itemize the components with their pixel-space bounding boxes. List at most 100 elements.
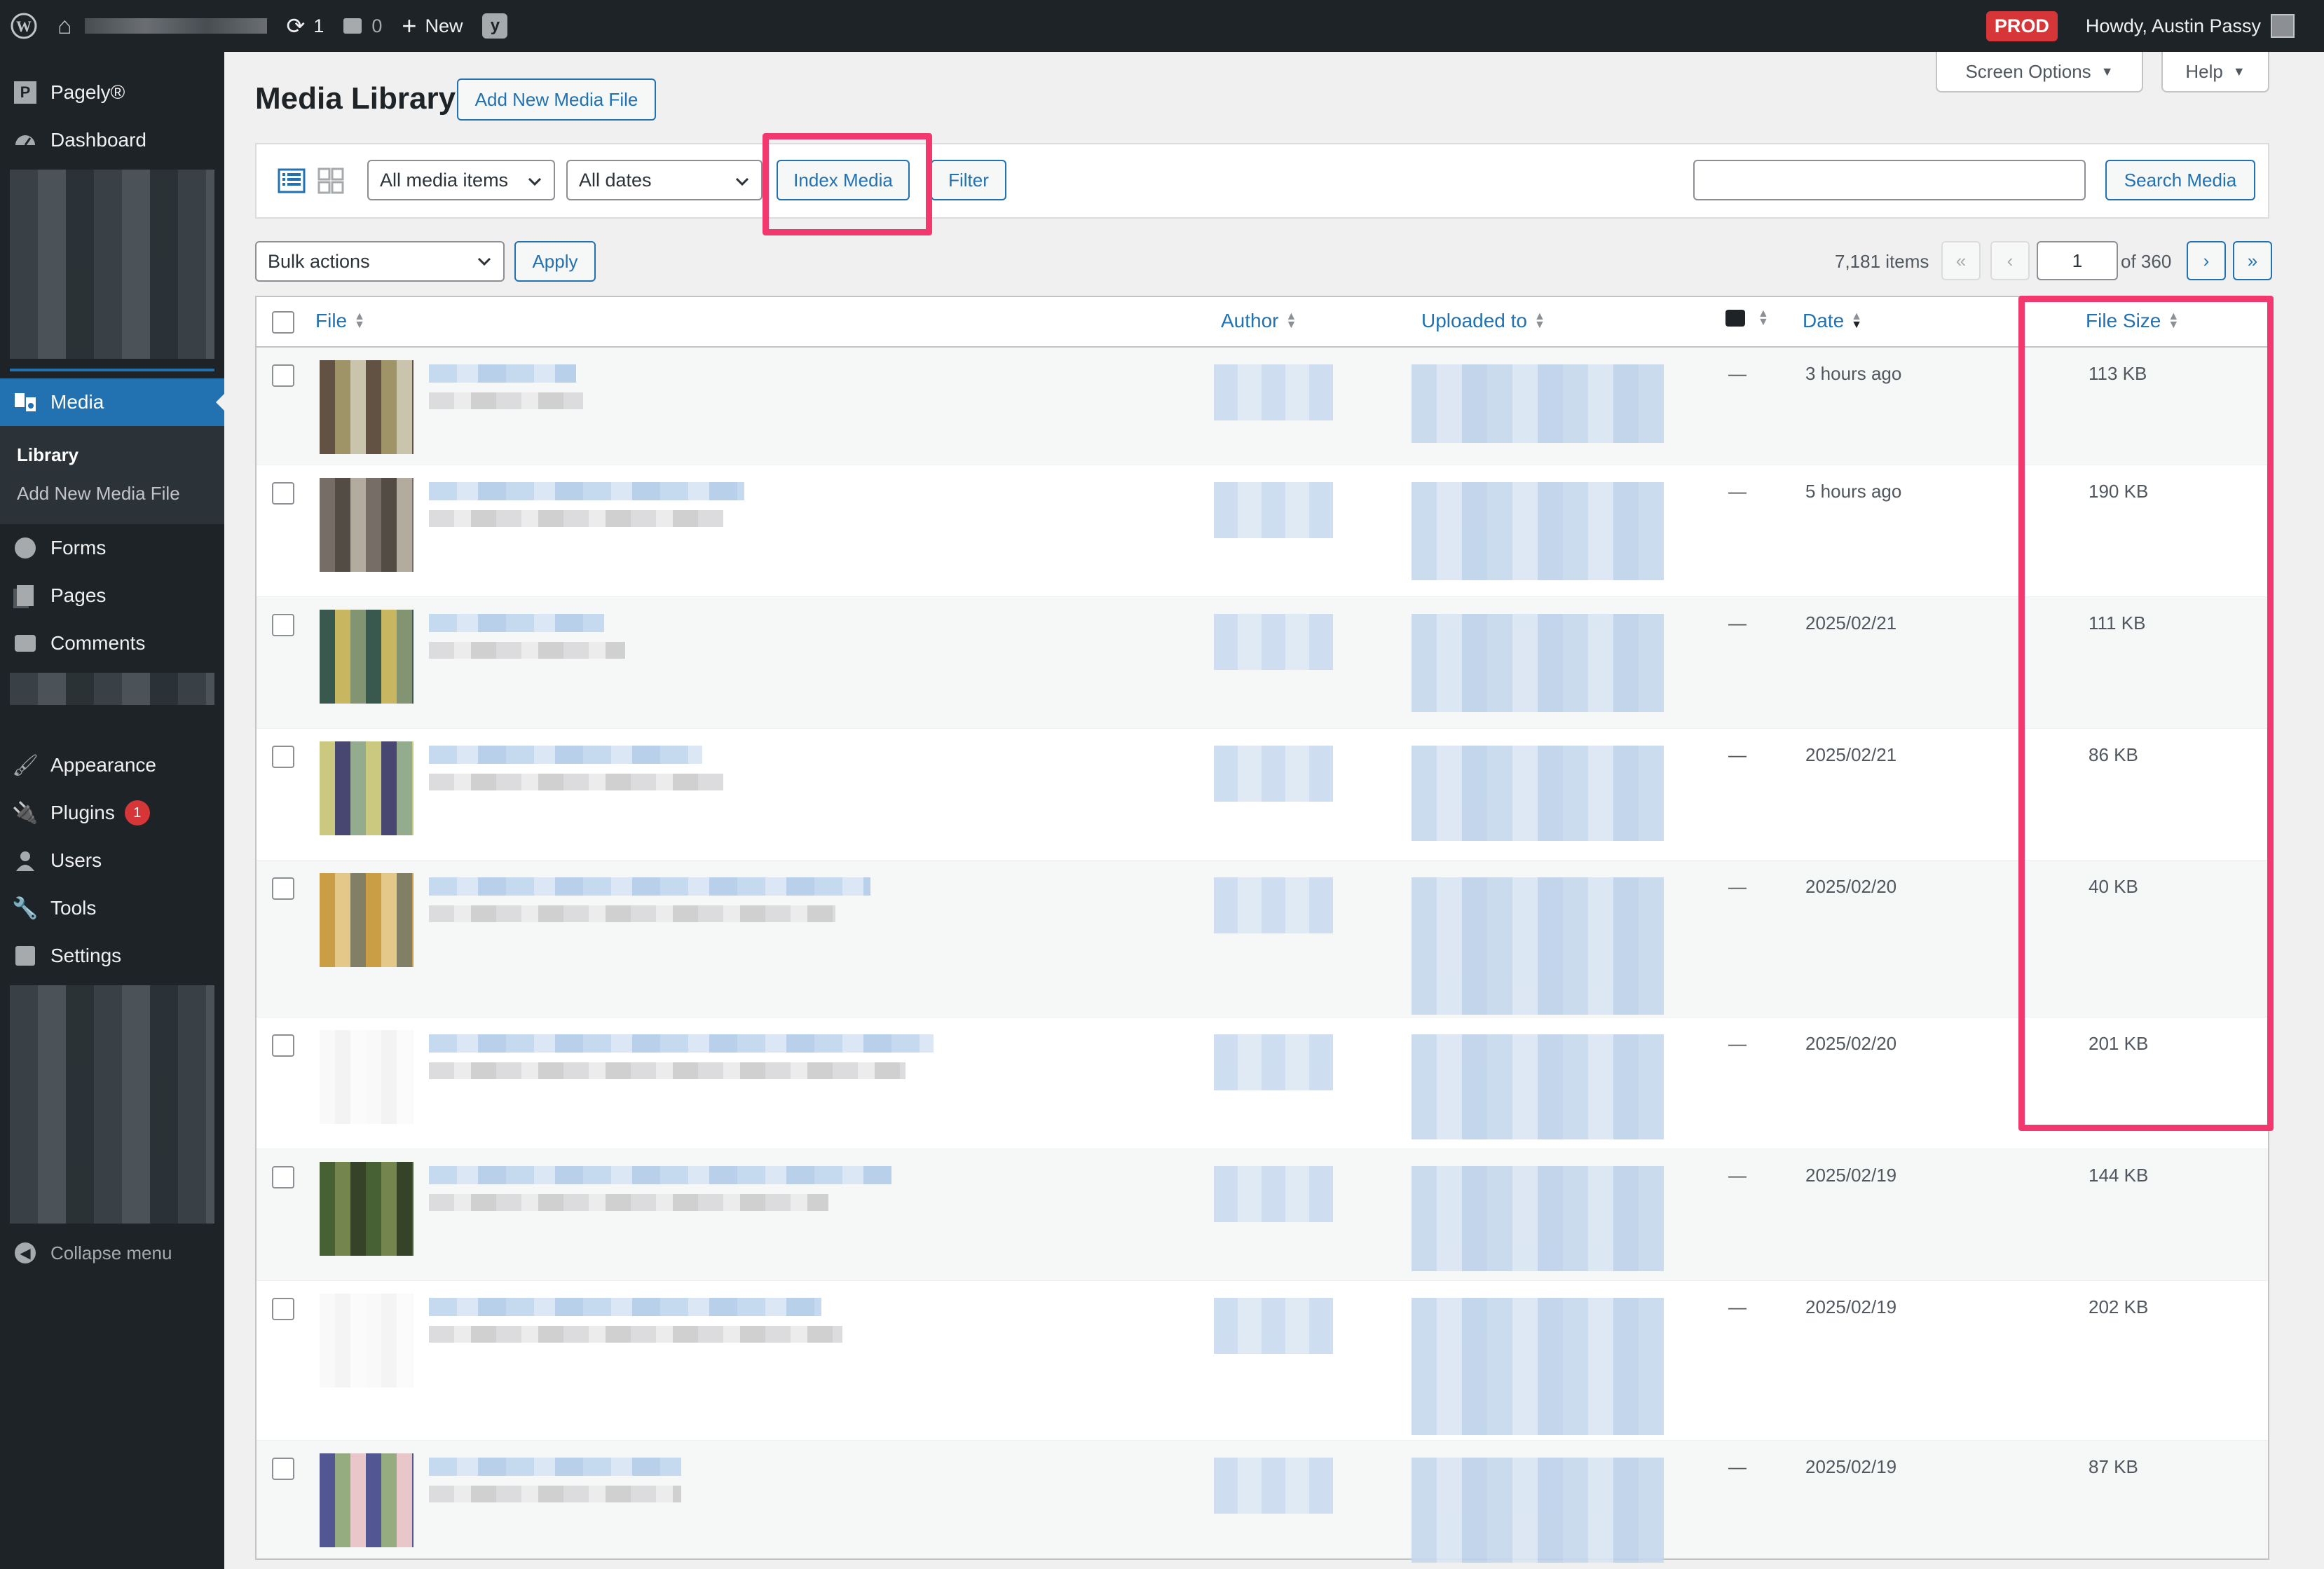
author-redacted[interactable]	[1214, 1298, 1333, 1354]
row-checkbox[interactable]	[272, 1034, 294, 1057]
column-date[interactable]: Date ▲ ▼	[1803, 310, 1862, 332]
media-thumbnail[interactable]	[320, 478, 413, 572]
list-view-icon[interactable]	[278, 167, 306, 195]
media-list-table: File ▲ ▼ Author ▲ ▼ Uploaded to ▲ ▼ ▲ ▼ Date ▲ ▼ …	[255, 296, 2269, 1563]
uploaded-to-redacted[interactable]	[1412, 746, 1664, 841]
collapse-menu-button[interactable]: ◀ Collapse menu	[0, 1229, 224, 1277]
media-title-redacted[interactable]	[429, 1298, 821, 1316]
media-thumbnail[interactable]	[320, 360, 413, 454]
add-new-media-button[interactable]: Add New Media File	[457, 78, 656, 121]
plugins-update-badge: 1	[124, 800, 150, 825]
table-row: — 2025/02/19 202 KB	[257, 1281, 2268, 1441]
column-uploaded-to[interactable]: Uploaded to ▲ ▼	[1421, 310, 1545, 332]
site-name-link[interactable]: ⌂	[48, 0, 277, 52]
my-account-link[interactable]: Howdy, Austin Passy	[2058, 0, 2324, 52]
last-page-button[interactable]: »	[2233, 241, 2272, 280]
media-title-redacted[interactable]	[429, 1034, 934, 1053]
column-file[interactable]: File ▲ ▼	[315, 310, 365, 332]
menu-item-appearance[interactable]: 🖌 Appearance	[0, 741, 224, 789]
current-page-input[interactable]: 1	[2037, 241, 2118, 280]
media-title-redacted[interactable]	[429, 1166, 891, 1184]
menu-item-settings[interactable]: Settings	[0, 932, 224, 980]
filter-button[interactable]: Filter	[931, 160, 1006, 200]
uploaded-to-redacted[interactable]	[1412, 482, 1664, 580]
apply-button[interactable]: Apply	[514, 241, 596, 282]
menu-label: Plugins	[50, 802, 115, 823]
media-thumbnail[interactable]	[320, 610, 413, 704]
media-title-redacted[interactable]	[429, 877, 870, 896]
uploaded-to-redacted[interactable]	[1412, 1458, 1664, 1563]
menu-item-tools[interactable]: 🔧 Tools	[0, 884, 224, 932]
submenu-add-new-media-file[interactable]: Add New Media File	[0, 474, 224, 513]
search-media-input[interactable]	[1693, 160, 2086, 200]
author-redacted[interactable]	[1214, 1034, 1333, 1090]
chevron-down-icon	[528, 177, 542, 186]
comments-count: —	[1728, 1296, 1747, 1317]
next-page-button[interactable]: ›	[2187, 241, 2226, 280]
upload-date: 3 hours ago	[1805, 363, 1902, 384]
updates-link[interactable]: ⟳ 1	[277, 0, 334, 52]
row-checkbox[interactable]	[272, 614, 294, 636]
uploaded-to-redacted[interactable]	[1412, 1298, 1664, 1435]
author-redacted[interactable]	[1214, 746, 1333, 802]
row-checkbox[interactable]	[272, 1298, 294, 1320]
menu-item-media[interactable]: Media	[0, 378, 224, 426]
uploaded-to-redacted[interactable]	[1412, 1034, 1664, 1139]
media-thumbnail[interactable]	[320, 1453, 413, 1547]
media-title-redacted[interactable]	[429, 364, 576, 383]
media-type-select[interactable]: All media items	[367, 160, 555, 200]
wordpress-logo-icon[interactable]: W	[0, 0, 48, 52]
author-redacted[interactable]	[1214, 1458, 1333, 1514]
media-thumbnail[interactable]	[320, 1162, 413, 1256]
submenu-library[interactable]: Library	[0, 436, 224, 474]
menu-item-plugins[interactable]: 🔌 Plugins 1	[0, 789, 224, 837]
menu-item-comments[interactable]: Comments	[0, 619, 224, 667]
media-title-redacted[interactable]	[429, 614, 604, 632]
row-checkbox[interactable]	[272, 364, 294, 387]
menu-item-forms[interactable]: Forms	[0, 524, 224, 572]
bulk-actions-select[interactable]: Bulk actions	[255, 241, 505, 282]
column-author[interactable]: Author ▲ ▼	[1221, 310, 1297, 332]
row-checkbox[interactable]	[272, 877, 294, 900]
menu-item-dashboard[interactable]: Dashboard	[0, 116, 224, 164]
row-checkbox[interactable]	[272, 482, 294, 505]
uploaded-to-redacted[interactable]	[1412, 877, 1664, 1015]
menu-item-pagely[interactable]: P Pagely®	[0, 69, 224, 116]
media-thumbnail[interactable]	[320, 873, 413, 967]
grid-view-icon[interactable]	[317, 167, 345, 195]
author-redacted[interactable]	[1214, 877, 1333, 933]
sort-icon: ▲ ▼	[1758, 308, 1769, 328]
author-redacted[interactable]	[1214, 482, 1333, 538]
comment-bubble-icon	[1725, 310, 1745, 327]
comments-link[interactable]: 0	[334, 0, 392, 52]
dashboard-icon	[11, 126, 39, 154]
screen-options-button[interactable]: Screen Options ▼	[1936, 52, 2143, 93]
media-thumbnail[interactable]	[320, 741, 413, 835]
author-redacted[interactable]	[1214, 1166, 1333, 1222]
media-title-redacted[interactable]	[429, 1458, 681, 1476]
comments-icon	[11, 629, 39, 657]
menu-item-users[interactable]: Users	[0, 837, 224, 884]
help-button[interactable]: Help ▼	[2161, 52, 2269, 93]
select-all-checkbox[interactable]	[272, 311, 294, 334]
search-media-button[interactable]: Search Media	[2105, 160, 2255, 200]
media-thumbnail[interactable]	[320, 1294, 413, 1388]
uploaded-to-redacted[interactable]	[1412, 364, 1664, 443]
uploaded-to-redacted[interactable]	[1412, 614, 1664, 712]
author-redacted[interactable]	[1214, 364, 1333, 420]
table-row: — 2025/02/19 144 KB	[257, 1149, 2268, 1281]
new-content-link[interactable]: + New	[392, 0, 472, 52]
date-filter-select[interactable]: All dates	[566, 160, 763, 200]
menu-item-pages[interactable]: Pages	[0, 572, 224, 619]
uploaded-to-redacted[interactable]	[1412, 1166, 1664, 1271]
double-chevron-left-icon: «	[1955, 249, 1967, 271]
media-title-redacted[interactable]	[429, 482, 744, 500]
row-checkbox[interactable]	[272, 1166, 294, 1188]
media-thumbnail[interactable]	[320, 1030, 413, 1124]
yoast-seo-link[interactable]: y	[472, 0, 517, 52]
media-title-redacted[interactable]	[429, 746, 702, 764]
row-checkbox[interactable]	[272, 746, 294, 768]
column-comments[interactable]: ▲ ▼	[1725, 308, 1769, 328]
row-checkbox[interactable]	[272, 1458, 294, 1480]
author-redacted[interactable]	[1214, 614, 1333, 670]
